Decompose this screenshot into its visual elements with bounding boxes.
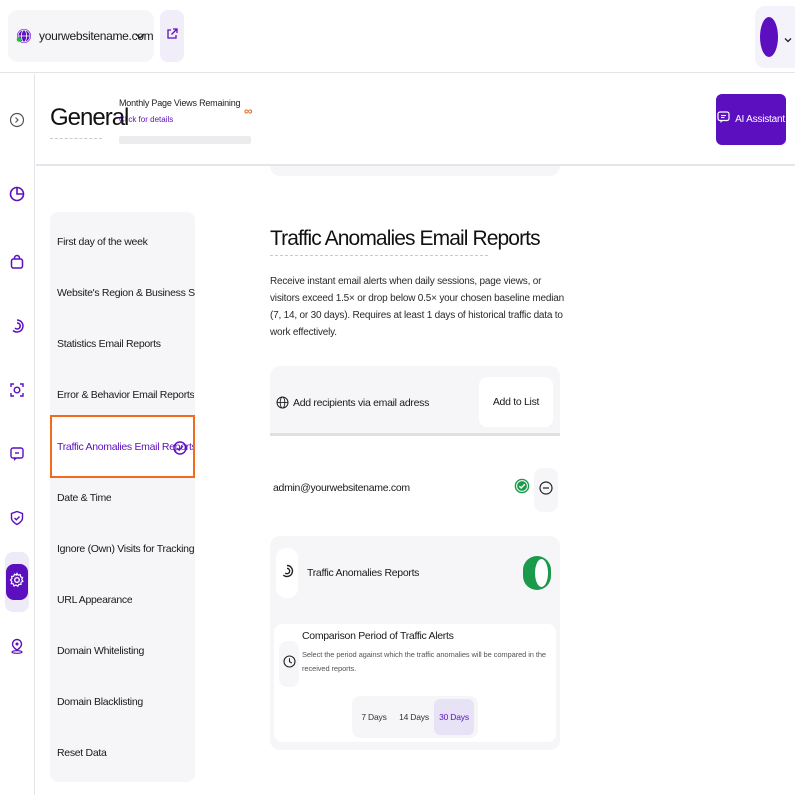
add-recipient-card: Add recipients via email adress Add to L…	[270, 366, 560, 436]
external-link-icon	[165, 27, 179, 46]
settings-nav-label: Ignore (Own) Visits for Tracking by...	[57, 543, 195, 555]
settings-nav-domain-blacklisting[interactable]: Domain Blacklisting	[50, 682, 195, 722]
page-title: General	[50, 104, 129, 131]
settings-nav-first-day[interactable]: First day of the week	[50, 222, 195, 262]
period-description: Select the period against which the traf…	[302, 650, 546, 673]
traffic-icon	[9, 318, 25, 339]
shopping-bag-icon	[9, 254, 25, 275]
settings-nav-label: First day of the week	[57, 236, 148, 248]
settings-nav-date-time[interactable]: Date & Time	[50, 478, 195, 518]
chat-icon	[717, 110, 730, 129]
rail-goals[interactable]	[5, 370, 29, 414]
settings-nav: First day of the week Website's Region &…	[50, 212, 195, 782]
settings-nav-region[interactable]: Website's Region & Business Sector	[50, 273, 195, 313]
minus-circle-icon	[539, 480, 553, 500]
page-views-progress	[119, 136, 251, 144]
rail-settings-highlight	[6, 564, 28, 600]
settings-nav-domain-whitelisting[interactable]: Domain Whitelisting	[50, 631, 195, 671]
globe-icon	[16, 28, 32, 44]
shield-icon	[9, 510, 25, 531]
period-option-7-days[interactable]: 7 Days	[354, 699, 394, 735]
ai-assistant-button[interactable]: AI Assistant	[716, 94, 786, 145]
rail-traffic[interactable]	[5, 306, 29, 350]
section-title-underline	[270, 255, 488, 256]
previous-card	[270, 166, 560, 176]
settings-nav-label: Domain Whitelisting	[57, 645, 145, 657]
rail-settings[interactable]	[5, 552, 29, 612]
comparison-period-box: Comparison Period of Traffic Alerts Sele…	[274, 624, 556, 742]
section-title: Traffic Anomalies Email Reports	[270, 227, 541, 250]
location-icon	[9, 638, 25, 659]
page-views-value: ∞	[244, 104, 253, 118]
settings-nav-label: Error & Behavior Email Reports	[57, 389, 195, 401]
rail-dashboard[interactable]	[5, 174, 29, 218]
rail-security[interactable]	[5, 498, 29, 542]
target-icon	[9, 382, 25, 403]
traffic-anomalies-card: Traffic Anomalies Reports Comparison Per…	[270, 536, 560, 750]
rail-collapse[interactable]	[5, 100, 29, 144]
avatar	[760, 17, 778, 57]
page-views-label: Monthly Page Views Remaining	[119, 98, 241, 108]
settings-nav-statistics-reports[interactable]: Statistics Email Reports	[50, 324, 195, 364]
recipient-email: admin@yourwebsitename.com	[273, 482, 410, 494]
icon-rail	[0, 74, 35, 795]
rail-feedback[interactable]	[5, 434, 29, 478]
check-circle-icon	[173, 441, 187, 455]
title-underline	[50, 138, 102, 139]
top-bar: yourwebsitename.com	[0, 0, 795, 73]
chevron-down-icon	[783, 32, 793, 43]
recipient-input[interactable]: Add recipients via email adress	[293, 397, 429, 409]
collapse-icon	[9, 112, 25, 133]
settings-nav-ignore-visits[interactable]: Ignore (Own) Visits for Tracking by...	[50, 529, 195, 569]
report-icon-box	[276, 548, 298, 598]
period-option-30-days[interactable]: 30 Days	[434, 699, 474, 735]
settings-nav-label: Website's Region & Business Sector	[57, 287, 195, 299]
gear-icon	[9, 571, 25, 593]
pie-chart-icon	[9, 186, 25, 207]
recipient-row: admin@yourwebsitename.com	[270, 452, 560, 520]
period-selector: 7 Days 14 Days 30 Days	[352, 696, 478, 738]
settings-nav-traffic-anomalies[interactable]: Traffic Anomalies Email Reports	[50, 415, 195, 478]
settings-nav-label: Date & Time	[57, 492, 112, 504]
rail-locations[interactable]	[5, 626, 29, 670]
clock-icon	[282, 655, 296, 673]
globe-icon	[276, 396, 289, 409]
open-website-button[interactable]	[160, 10, 184, 62]
page-header: General Monthly Page Views Remaining Cli…	[36, 74, 795, 166]
chevron-down-icon	[134, 29, 146, 41]
add-to-list-label: Add to List	[492, 396, 540, 408]
settings-nav-url-appearance[interactable]: URL Appearance	[50, 580, 195, 620]
period-option-14-days[interactable]: 14 Days	[394, 699, 434, 735]
add-to-list-button[interactable]: Add to List	[479, 377, 553, 427]
report-label: Traffic Anomalies Reports	[307, 567, 420, 579]
account-menu[interactable]	[755, 6, 795, 68]
ai-assistant-label: AI Assistant	[735, 114, 785, 125]
rail-ecommerce[interactable]	[5, 242, 29, 286]
report-toggle[interactable]	[523, 556, 551, 590]
settings-nav-label: Reset Data	[57, 747, 107, 759]
settings-nav-label: Domain Blacklisting	[57, 696, 143, 708]
period-title: Comparison Period of Traffic Alerts	[302, 630, 454, 642]
traffic-icon	[280, 564, 294, 583]
settings-nav-reset-data[interactable]: Reset Data	[50, 733, 195, 773]
feedback-icon	[9, 446, 25, 467]
settings-nav-label: Statistics Email Reports	[57, 338, 161, 350]
settings-nav-error-reports[interactable]: Error & Behavior Email Reports	[50, 375, 195, 415]
page-views-details-link[interactable]: Click for details	[119, 115, 173, 124]
section-description: Receive instant email alerts when daily …	[270, 276, 565, 338]
toggle-knob	[535, 559, 548, 587]
check-circle-icon	[514, 478, 530, 494]
website-selector[interactable]: yourwebsitename.com	[8, 10, 154, 62]
remove-recipient-button[interactable]	[534, 468, 558, 512]
clock-icon-box	[279, 641, 299, 687]
settings-nav-label: URL Appearance	[57, 594, 133, 606]
